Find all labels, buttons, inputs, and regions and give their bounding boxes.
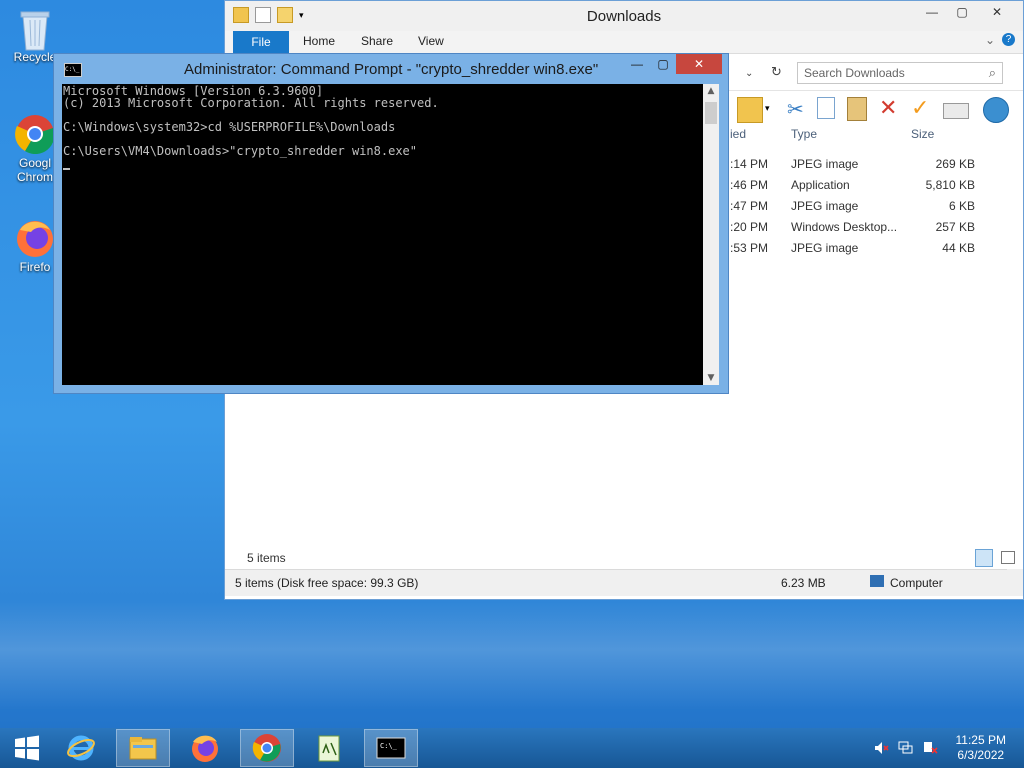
file-size: 44 KB — [942, 241, 975, 255]
action-center-icon[interactable] — [922, 740, 938, 756]
recycle-bin-icon — [15, 8, 55, 51]
start-button[interactable] — [0, 729, 54, 767]
file-type: Application — [791, 178, 850, 192]
file-modified: :46 PM — [730, 178, 769, 192]
close-icon[interactable]: ✕ — [676, 54, 722, 74]
column-header-size[interactable]: Size — [911, 127, 934, 145]
file-modified: :20 PM — [730, 220, 769, 234]
status-location: Computer — [890, 576, 943, 590]
taskbar: C:\_ 11:25 PM 6/3/2022 — [0, 728, 1024, 768]
refresh-icon[interactable]: ↻ — [771, 65, 782, 80]
minimize-icon[interactable]: — — [917, 1, 947, 23]
taskbar-command-prompt[interactable]: C:\_ — [364, 729, 418, 767]
file-type: JPEG image — [791, 199, 859, 213]
address-dropdown-icon[interactable]: ⌄ — [745, 68, 753, 79]
desktop-light-streak — [0, 600, 1024, 710]
cut-icon[interactable]: ✂ — [787, 97, 811, 121]
paste-icon[interactable] — [847, 97, 867, 121]
console-output[interactable]: Microsoft Windows [Version 6.3.9600] (c)… — [62, 84, 703, 385]
tab-view[interactable]: View — [418, 34, 444, 48]
taskbar-file-explorer[interactable] — [116, 729, 170, 767]
network-icon[interactable] — [898, 740, 914, 756]
copy-icon[interactable] — [817, 97, 835, 119]
firefox-icon — [192, 735, 218, 762]
notepad-icon — [318, 735, 340, 762]
large-icons-view-icon[interactable] — [1001, 551, 1015, 564]
close-icon[interactable]: ✕ — [977, 1, 1017, 23]
move-to-icon[interactable] — [737, 97, 763, 123]
command-prompt-icon: C:\_ — [376, 737, 406, 759]
taskbar-notepad[interactable] — [302, 729, 356, 767]
status-disk-space: 5 items (Disk free space: 99.3 GB) — [235, 576, 419, 590]
file-size: 257 KB — [935, 220, 975, 234]
file-explorer-icon — [129, 737, 157, 760]
chrome-icon — [252, 734, 281, 762]
properties-icon[interactable] — [983, 97, 1009, 123]
command-prompt-window[interactable]: C:\_ Administrator: Command Prompt - "cr… — [53, 53, 729, 394]
window-title: Administrator: Command Prompt - "crypto_… — [184, 61, 599, 78]
file-size: 6 KB — [948, 199, 975, 213]
ribbon-expand-chevron-icon[interactable]: ⌄ — [985, 33, 995, 47]
status-selection-size: 6.23 MB — [781, 576, 826, 590]
ribbon-tabs: File Home Share View ⌄ ? — [225, 31, 1023, 54]
window-title: Downloads — [586, 8, 662, 25]
start-icon — [15, 735, 39, 761]
column-header-date-modified[interactable]: ied — [730, 127, 746, 145]
chrome-icon — [15, 114, 55, 155]
scrollbar-thumb[interactable] — [705, 102, 717, 124]
details-status-bar: 5 items (Disk free space: 99.3 GB) 6.23 … — [225, 569, 1023, 596]
taskbar-internet-explorer[interactable] — [54, 729, 108, 767]
command-prompt-icon[interactable]: C:\_ — [64, 63, 82, 77]
details-view-icon[interactable] — [975, 549, 993, 567]
file-modified: :53 PM — [730, 241, 769, 255]
file-size: 5,810 KB — [925, 178, 975, 192]
file-modified: :14 PM — [730, 157, 769, 171]
chevron-down-icon[interactable]: ▼ — [703, 373, 719, 383]
minimize-icon[interactable]: — — [624, 54, 650, 74]
help-icon[interactable]: ? — [1002, 33, 1015, 46]
maximize-icon[interactable]: ▢ — [947, 1, 977, 23]
clock-time: 11:25 PM — [955, 733, 1006, 747]
system-clock[interactable]: 11:25 PM 6/3/2022 — [956, 733, 1006, 763]
delete-icon[interactable]: ✕ — [879, 97, 903, 121]
tab-home[interactable]: Home — [303, 34, 335, 48]
maximize-icon[interactable]: ▢ — [650, 54, 676, 74]
rename-icon[interactable] — [943, 103, 969, 119]
file-modified: :47 PM — [730, 199, 769, 213]
cmd-window-controls: — ▢ ✕ — [624, 54, 722, 74]
vertical-scrollbar[interactable]: ▲ ▼ — [703, 84, 719, 385]
volume-muted-icon[interactable] — [873, 740, 889, 756]
column-header-type[interactable]: Type — [791, 127, 817, 145]
item-count: 5 items — [247, 551, 286, 565]
clock-date: 6/3/2022 — [957, 748, 1005, 762]
explorer-window-controls: — ▢ ✕ — [917, 1, 1017, 23]
file-size: 269 KB — [935, 157, 975, 171]
search-icon: ⌕ — [988, 65, 996, 80]
console-line: (c) 2013 Microsoft Corporation. All righ… — [63, 96, 439, 110]
console-line: C:\Users\VM4\Downloads>"crypto_shredder … — [63, 144, 418, 158]
text-cursor — [63, 168, 70, 170]
search-input[interactable]: Search Downloads ⌕ — [797, 62, 1003, 84]
file-type: Windows Desktop... — [791, 220, 898, 234]
console-line: C:\Windows\system32>cd %USERPROFILE%\Dow… — [63, 120, 396, 134]
file-type: JPEG image — [791, 157, 859, 171]
taskbar-firefox[interactable] — [178, 729, 232, 767]
computer-icon — [870, 575, 884, 587]
checkmark-icon[interactable]: ✓ — [911, 97, 935, 121]
item-status-bar: 5 items — [225, 547, 1023, 569]
taskbar-chrome[interactable] — [240, 729, 294, 767]
chevron-down-icon[interactable]: ▾ — [765, 97, 775, 121]
search-placeholder: Search Downloads — [804, 66, 905, 80]
tab-file[interactable]: File — [233, 31, 289, 53]
file-type: JPEG image — [791, 241, 859, 255]
tab-share[interactable]: Share — [361, 34, 393, 48]
svg-text:C:\_: C:\_ — [380, 742, 398, 750]
resize-grip[interactable] — [1007, 569, 1023, 595]
firefox-icon — [15, 218, 55, 258]
chevron-up-icon[interactable]: ▲ — [703, 86, 719, 96]
explorer-titlebar[interactable]: ▾ Downloads — ▢ ✕ — [225, 1, 1023, 31]
cmd-titlebar[interactable]: C:\_ Administrator: Command Prompt - "cr… — [54, 54, 728, 84]
internet-explorer-icon — [67, 735, 95, 761]
